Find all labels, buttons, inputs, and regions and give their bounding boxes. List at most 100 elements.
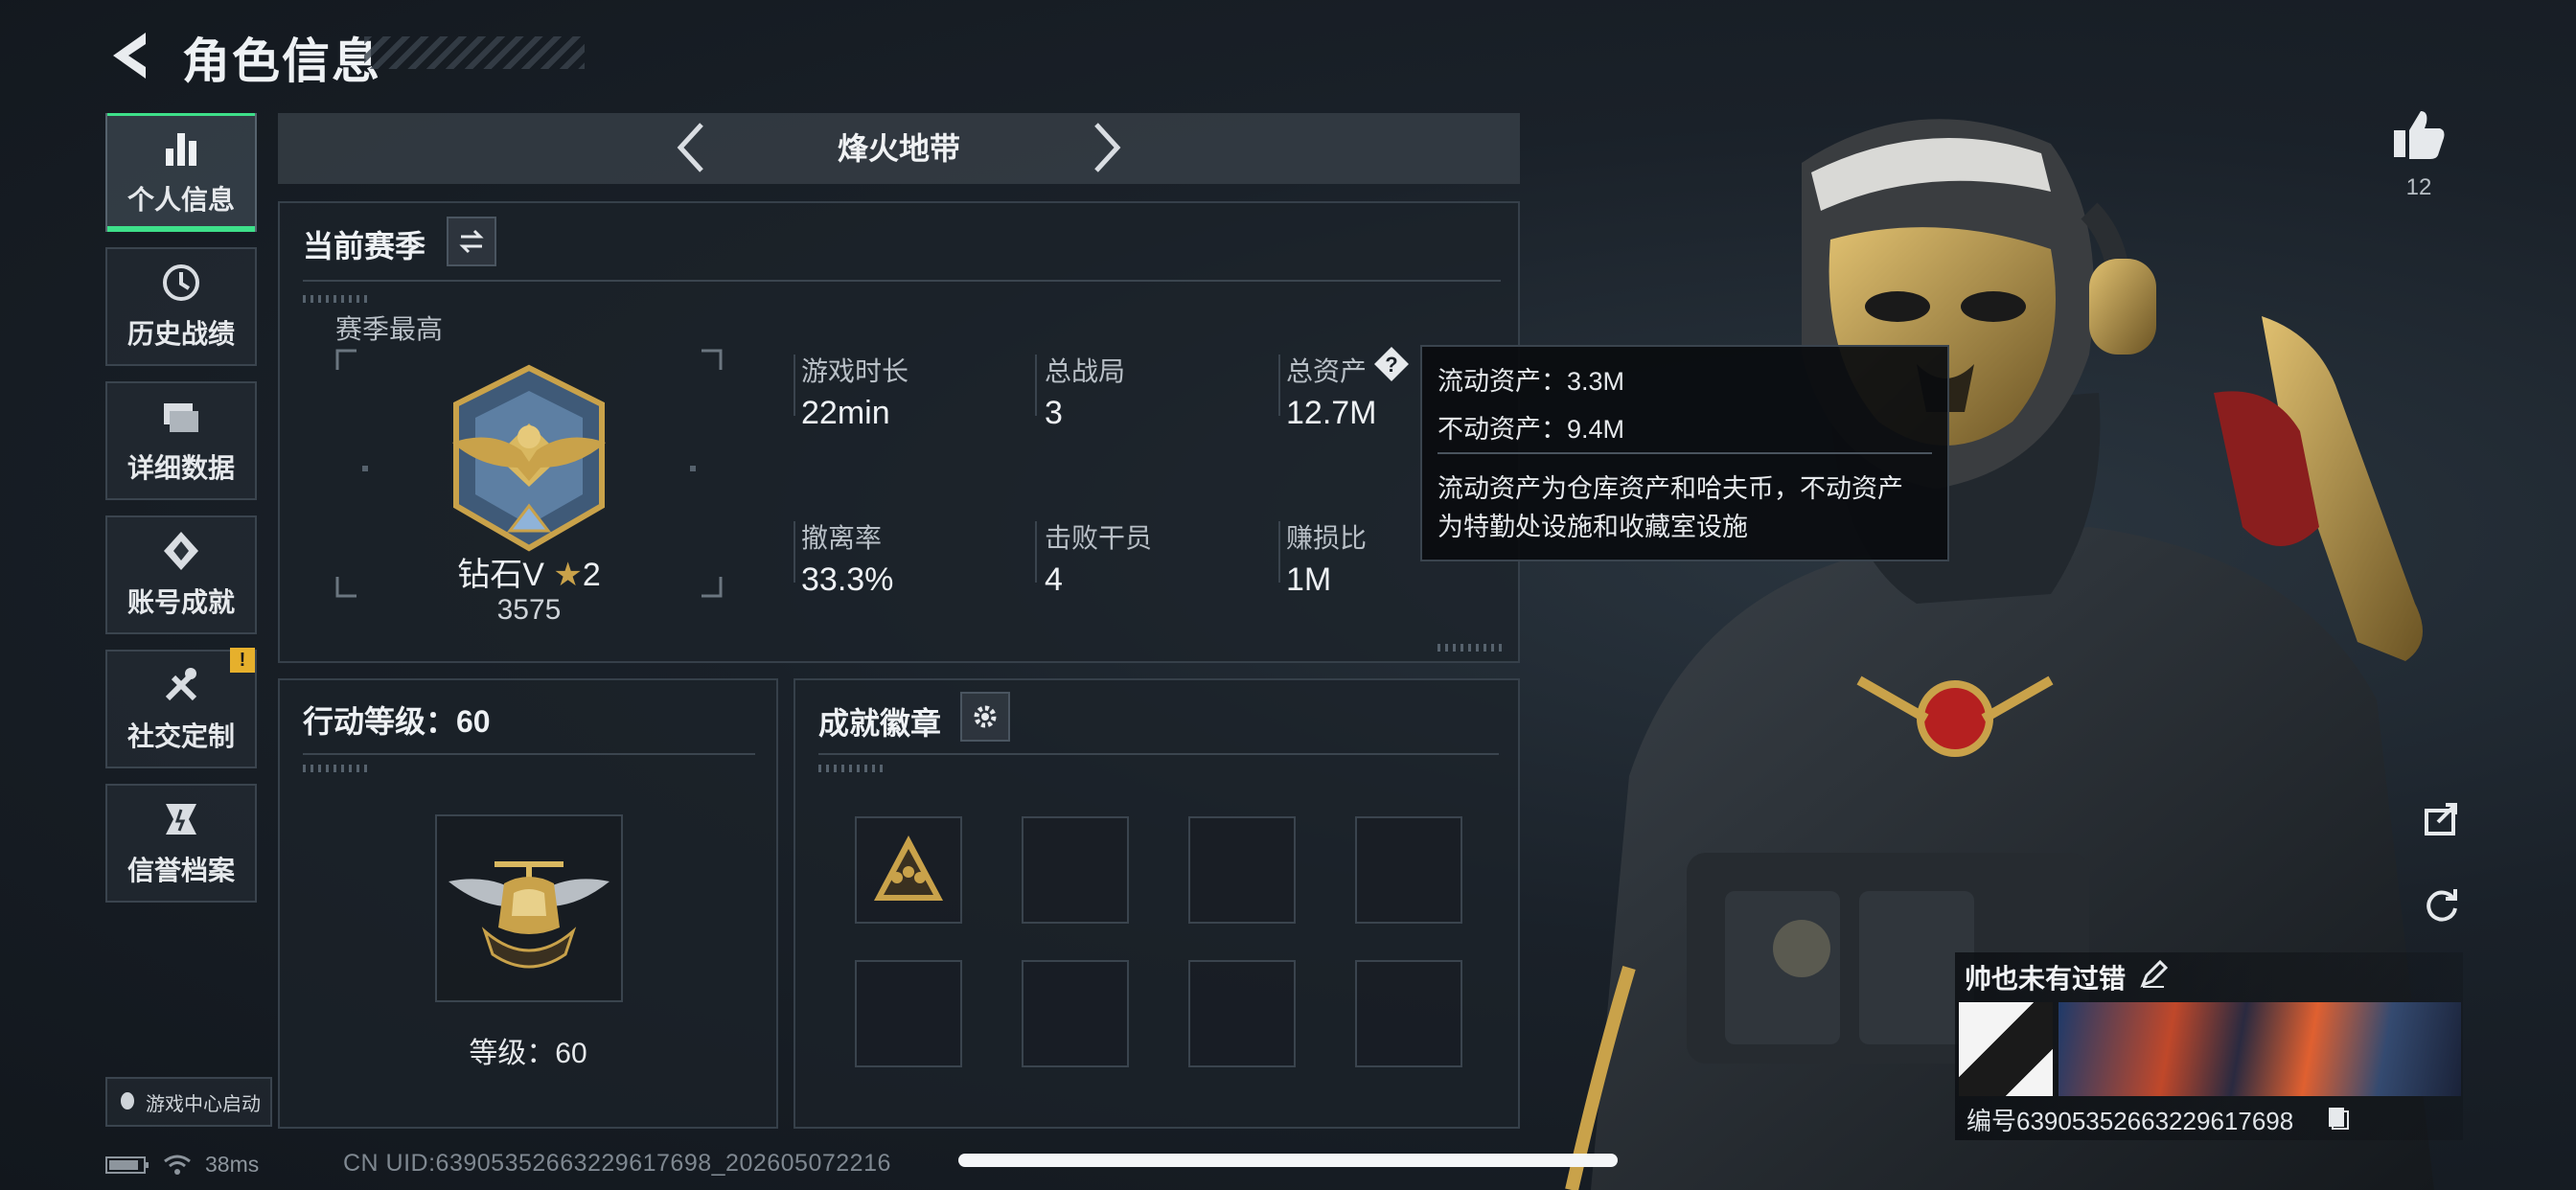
ping-text: 38ms bbox=[205, 1152, 260, 1177]
home-indicator[interactable] bbox=[958, 1154, 1618, 1167]
svg-text:?: ? bbox=[1385, 353, 1397, 377]
tooltip-desc-line: 流动资产为仓库资产和哈夫币，不动资产 bbox=[1438, 474, 1903, 503]
qq-icon bbox=[121, 1092, 134, 1110]
season-best-label: 赛季最高 bbox=[335, 314, 444, 344]
divider bbox=[794, 521, 795, 583]
tooltip-desc-line: 为特勤处设施和收藏室设施 bbox=[1438, 513, 1748, 541]
stat-label: 总战局 bbox=[1045, 356, 1126, 386]
divider bbox=[1278, 355, 1280, 416]
stat-value: 4 bbox=[1045, 561, 1063, 598]
uid-text: CN UID:6390535266322961769​8_20260507221… bbox=[343, 1150, 891, 1177]
stat-value: 3 bbox=[1045, 395, 1063, 431]
star-icon: ★ bbox=[553, 557, 583, 593]
rank-score: 3575 bbox=[496, 594, 562, 626]
avatar[interactable] bbox=[1959, 1002, 2053, 1096]
sidebar-item-label: 社交定制 bbox=[126, 721, 235, 751]
divider bbox=[303, 753, 755, 755]
history-icon bbox=[163, 264, 199, 301]
stat-value: 12.7M bbox=[1286, 395, 1377, 431]
swap-icon bbox=[459, 229, 484, 254]
badge-slot[interactable] bbox=[1022, 816, 1129, 924]
badge-slot[interactable] bbox=[1022, 960, 1129, 1067]
like-count: 12 bbox=[2405, 174, 2432, 200]
mode-title: 烽火地带 bbox=[837, 131, 960, 166]
stat-value: 33.3% bbox=[801, 561, 894, 598]
season-title: 当前赛季 bbox=[303, 229, 426, 263]
sidebar-item-detail-data[interactable]: 详细数据 bbox=[105, 381, 257, 500]
divider-dots bbox=[818, 765, 886, 772]
battery-icon bbox=[105, 1156, 149, 1174]
game-center-button[interactable]: 游戏中心启动 bbox=[105, 1077, 272, 1127]
sidebar-item-label: 详细数据 bbox=[126, 453, 235, 483]
copy-icon[interactable] bbox=[2327, 1106, 2350, 1131]
badge-slot[interactable] bbox=[855, 816, 962, 924]
wifi-icon bbox=[164, 1155, 191, 1175]
tools-icon bbox=[165, 668, 197, 701]
divider bbox=[1278, 521, 1280, 583]
folder-icon bbox=[164, 403, 198, 432]
helicopter-emblem-icon bbox=[448, 861, 610, 969]
page-title: 角色信息 bbox=[182, 34, 381, 88]
game-center-label: 游戏中心启动 bbox=[146, 1093, 261, 1115]
title-decoration bbox=[364, 36, 585, 69]
help-icon[interactable]: ? bbox=[1372, 345, 1411, 383]
back-arrow-icon[interactable] bbox=[104, 29, 161, 82]
divider-dots bbox=[303, 765, 370, 772]
chevron-right-icon[interactable] bbox=[1087, 119, 1125, 176]
notification-badge: ! bbox=[230, 648, 255, 673]
player-id: 编号6390535266322961769​8 bbox=[1966, 1102, 2293, 1137]
sidebar-item-credit[interactable]: 信誉档案 bbox=[105, 784, 257, 903]
stat-label: 游戏时长 bbox=[801, 356, 909, 386]
status-bar: 38ms bbox=[105, 1152, 259, 1178]
divider bbox=[1035, 521, 1037, 583]
profile-banner[interactable] bbox=[2058, 1002, 2461, 1096]
stat-label: 赚损比 bbox=[1286, 523, 1368, 553]
fixed-assets: 不动资产：9.4M bbox=[1438, 415, 1625, 444]
achievement-icon bbox=[164, 532, 198, 570]
credit-icon bbox=[166, 804, 196, 835]
sidebar-item-personal-info[interactable]: 个人信息 bbox=[105, 113, 257, 232]
divider bbox=[1438, 452, 1932, 454]
level-text: 等级：60 bbox=[469, 1038, 587, 1069]
squad-badge-icon bbox=[874, 835, 943, 901]
season-switch-button[interactable] bbox=[447, 217, 496, 266]
divider-dots bbox=[303, 295, 370, 303]
stat-label: 总资产 bbox=[1286, 356, 1368, 386]
sidebar-item-label: 信誉档案 bbox=[126, 856, 235, 885]
badge-slot[interactable] bbox=[1355, 960, 1462, 1067]
badge-slot[interactable] bbox=[1188, 960, 1296, 1067]
sidebar-item-history[interactable]: 历史战绩 bbox=[105, 247, 257, 366]
badge-settings-button[interactable] bbox=[960, 692, 1010, 742]
bar-chart-icon bbox=[166, 133, 196, 166]
stat-value: 1M bbox=[1286, 561, 1332, 598]
action-level-title: 行动等级：60 bbox=[303, 704, 491, 739]
badge-slot[interactable] bbox=[855, 960, 962, 1067]
share-icon bbox=[2425, 803, 2457, 835]
divider-dots bbox=[1438, 644, 1505, 652]
gear-icon bbox=[974, 705, 997, 728]
stat-label: 击败干员 bbox=[1045, 523, 1153, 553]
edit-icon[interactable] bbox=[2139, 960, 2168, 989]
player-id-text: 编号6390535266322961769​8 bbox=[1966, 1107, 2294, 1135]
thumbs-up-icon[interactable] bbox=[2390, 105, 2448, 163]
divider bbox=[1035, 355, 1037, 416]
stat-label: 撤离率 bbox=[801, 523, 883, 553]
badge-slot[interactable] bbox=[1188, 816, 1296, 924]
rank-title: 钻石V ★2 bbox=[335, 548, 723, 595]
refresh-icon bbox=[2426, 889, 2457, 922]
share-button[interactable] bbox=[2415, 791, 2469, 845]
rotate-button[interactable] bbox=[2415, 878, 2469, 931]
divider bbox=[818, 753, 1499, 755]
badges-title: 成就徽章 bbox=[818, 706, 942, 741]
sidebar-item-achievements[interactable]: 账号成就 bbox=[105, 515, 257, 634]
rank-emblem-icon bbox=[452, 364, 606, 552]
sidebar-item-label: 账号成就 bbox=[126, 587, 235, 617]
stat-value: 22min bbox=[801, 395, 890, 431]
divider bbox=[303, 280, 1501, 282]
liquid-assets: 流动资产：3.3M bbox=[1438, 367, 1625, 396]
player-name: 帅也未有过错 bbox=[1965, 964, 2127, 994]
rank-name: 钻石V bbox=[457, 557, 544, 593]
rank-stars: 2 bbox=[582, 557, 601, 593]
badge-slot[interactable] bbox=[1355, 816, 1462, 924]
divider bbox=[794, 355, 795, 416]
